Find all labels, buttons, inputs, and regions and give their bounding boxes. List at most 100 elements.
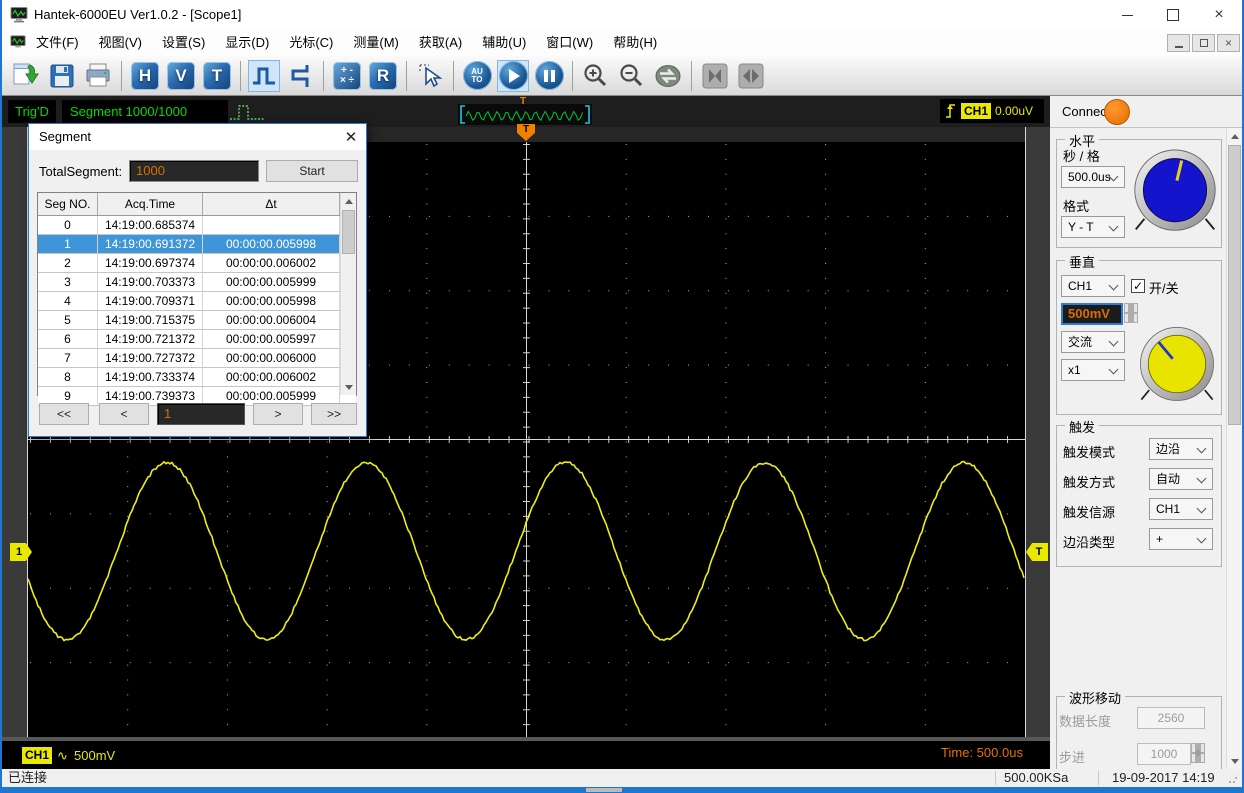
channel-on-off-checkbox[interactable]: ✓ [1131, 279, 1145, 293]
open-file-button[interactable] [10, 60, 42, 92]
waveform-expand-icon [702, 63, 728, 89]
horizontal-setup-button[interactable]: H [129, 60, 161, 92]
wave-move-group-title: 波形移动 [1065, 688, 1125, 707]
pause-button[interactable] [533, 60, 565, 92]
trigger-sweep-select[interactable]: 自动 [1149, 468, 1213, 490]
volts-per-div-stepper[interactable] [1124, 303, 1138, 325]
table-row[interactable]: 114:19:00.69137200:00:00.005998 [38, 235, 356, 254]
next-page-button[interactable]: > [253, 403, 303, 425]
table-row[interactable]: 514:19:00.71537500:00:00.006004 [38, 311, 356, 330]
cursor-button[interactable] [414, 60, 446, 92]
table-row[interactable]: 214:19:00.69737400:00:00.006002 [38, 254, 356, 273]
menu-view[interactable]: 视图(V) [89, 30, 152, 56]
pulse-vertical-button[interactable] [284, 60, 316, 92]
probe-select[interactable]: x1 [1061, 359, 1125, 381]
step-up-icon [1124, 303, 1138, 313]
close-button[interactable]: × [1196, 0, 1242, 30]
window-controls: × [1104, 0, 1242, 30]
r-icon: R [369, 62, 397, 90]
zoom-out-button[interactable] [616, 60, 648, 92]
coupling-select[interactable]: 交流 [1061, 331, 1125, 353]
trigger-readout: CH1 0.00uV [940, 99, 1044, 123]
child-close-button[interactable]: × [1217, 34, 1240, 52]
run-button[interactable] [497, 60, 529, 92]
app-window: Hantek-6000EU Ver1.0.2 - [Scope1] × 文件(F… [0, 0, 1244, 793]
total-segment-input[interactable]: 1000 [129, 160, 259, 182]
waveform-compress-button-disabled [735, 60, 767, 92]
child-restore-button[interactable] [1192, 34, 1215, 52]
sec-per-div-label: 秒 / 格 [1063, 146, 1100, 165]
connect-status-light [1104, 99, 1130, 125]
auto-set-button[interactable]: AUTO [461, 60, 493, 92]
menu-utility[interactable]: 辅助(U) [472, 30, 536, 56]
vertical-setup-button[interactable]: V [165, 60, 197, 92]
print-button[interactable] [82, 60, 114, 92]
trigger-mode-select[interactable]: 边沿 [1149, 438, 1213, 460]
table-row[interactable]: 614:19:00.72137200:00:00.005997 [38, 330, 356, 349]
scroll-up-icon[interactable] [1227, 128, 1242, 144]
horizontal-group: 水平 秒 / 格 500.0us 格式 Y - T [1056, 139, 1222, 248]
scroll-down-icon[interactable] [341, 379, 356, 395]
segment-dialog-close-icon[interactable]: ✕ [336, 124, 366, 150]
save-button[interactable] [46, 60, 78, 92]
zoom-in-button[interactable] [580, 60, 612, 92]
edge-type-select[interactable]: + [1149, 528, 1213, 550]
waveform-overview[interactable] [458, 104, 592, 125]
step-input: 1000 [1137, 743, 1191, 765]
last-page-button[interactable]: >> [311, 403, 357, 425]
menu-window[interactable]: 窗口(W) [536, 30, 603, 56]
menu-help[interactable]: 帮助(H) [603, 30, 667, 56]
bottom-splitter-handle[interactable] [586, 788, 622, 792]
reference-button[interactable]: R [367, 60, 399, 92]
timebase-select[interactable]: 500.0us [1061, 166, 1125, 188]
scroll-up-icon[interactable] [341, 193, 356, 209]
channel-select[interactable]: CH1 [1061, 275, 1125, 297]
first-page-button[interactable]: << [39, 403, 89, 425]
menu-settings[interactable]: 设置(S) [152, 30, 215, 56]
table-row[interactable]: 814:19:00.73337400:00:00.006002 [38, 368, 356, 387]
child-minimize-button[interactable] [1167, 34, 1190, 52]
toolbar-separator [572, 61, 573, 91]
prev-page-button[interactable]: < [99, 403, 149, 425]
t-icon: T [203, 62, 231, 90]
pulse-horizontal-button[interactable] [248, 60, 280, 92]
start-button[interactable]: Start [266, 160, 358, 182]
table-scrollbar[interactable] [340, 193, 356, 395]
toolbar-separator [240, 61, 241, 91]
open-file-icon [11, 62, 41, 90]
table-scrollbar-thumb[interactable] [342, 210, 355, 254]
vertical-position-knob[interactable] [1137, 323, 1217, 411]
volts-per-div-value[interactable]: 500mV [1061, 303, 1123, 325]
scope-border-right [1025, 127, 1026, 737]
minimize-button[interactable] [1104, 0, 1150, 30]
menu-measure[interactable]: 测量(M) [343, 30, 409, 56]
resize-grip[interactable] [1228, 774, 1238, 784]
segment-counter-badge: Segment 1000/1000 [62, 100, 228, 123]
menu-acquire[interactable]: 获取(A) [409, 30, 472, 56]
trigger-setup-button[interactable]: T [201, 60, 233, 92]
maximize-button[interactable] [1150, 0, 1196, 30]
menu-display[interactable]: 显示(D) [215, 30, 279, 56]
table-row[interactable]: 014:19:00.685374 [38, 216, 356, 235]
math-icon: + -× ÷ [333, 62, 361, 90]
refresh-button[interactable] [652, 60, 684, 92]
scroll-down-icon[interactable] [1227, 753, 1242, 769]
table-row[interactable]: 714:19:00.72737200:00:00.006000 [38, 349, 356, 368]
toolbar: H V T + -× ÷ R [2, 56, 1242, 96]
math-button[interactable]: + -× ÷ [331, 60, 363, 92]
cursor-icon [416, 62, 444, 90]
table-row[interactable]: 414:19:00.70937100:00:00.005998 [38, 292, 356, 311]
segment-dialog-titlebar[interactable]: Segment ✕ [29, 124, 366, 150]
menu-cursor[interactable]: 光标(C) [279, 30, 343, 56]
panel-scrollbar[interactable] [1226, 128, 1241, 769]
connection-status: 已连接 [8, 769, 47, 787]
page-number-input[interactable]: 1 [157, 403, 245, 425]
toolbar-separator [121, 61, 122, 91]
menu-file[interactable]: 文件(F) [26, 30, 89, 56]
channel1-scale: 500mV [74, 747, 115, 764]
panel-scrollbar-thumb[interactable] [1228, 145, 1241, 425]
trigger-source-select[interactable]: CH1 [1149, 498, 1213, 520]
horizontal-position-knob[interactable] [1131, 146, 1219, 241]
table-row[interactable]: 314:19:00.70337300:00:00.005999 [38, 273, 356, 292]
format-select[interactable]: Y - T [1061, 216, 1125, 238]
